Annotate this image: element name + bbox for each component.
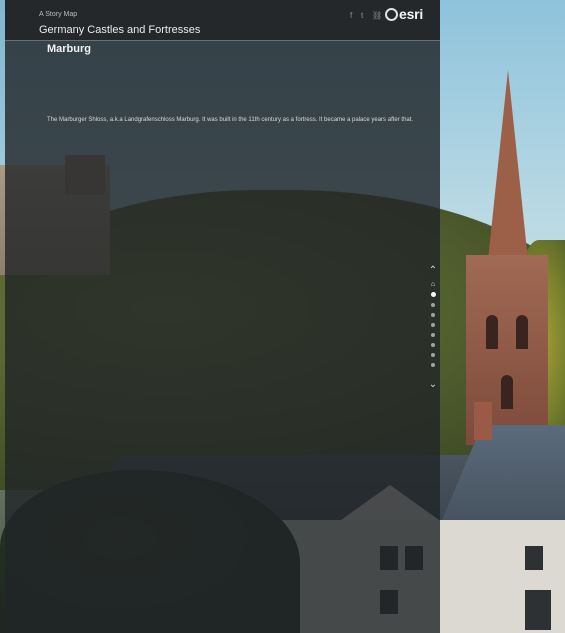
story-eyebrow: A Story Map	[39, 11, 78, 18]
chimney	[474, 402, 492, 440]
tower-window	[516, 315, 528, 349]
nav-dot[interactable]	[431, 303, 435, 307]
story-title: Germany Castles and Fortresses	[39, 24, 201, 36]
nav-dot[interactable]	[431, 353, 435, 357]
nav-dot[interactable]	[431, 343, 435, 347]
esri-logo-text: esri	[399, 6, 424, 22]
section-navigation: ⌃ ⌂ ⌄	[425, 265, 441, 393]
church-spire	[488, 70, 528, 260]
nav-dot[interactable]	[430, 292, 436, 297]
section-title: Marburg	[47, 43, 91, 55]
chevron-down-icon[interactable]: ⌄	[427, 379, 439, 391]
chevron-up-icon[interactable]: ⌃	[427, 265, 439, 277]
house-window	[525, 590, 551, 630]
link-icon[interactable]: ⛓	[372, 11, 382, 20]
header-divider	[5, 40, 440, 41]
home-icon[interactable]: ⌂	[429, 281, 437, 289]
nav-dot[interactable]	[431, 313, 435, 317]
globe-icon	[385, 8, 398, 21]
tower-window	[486, 315, 498, 349]
twitter-icon[interactable]: t	[361, 11, 363, 20]
esri-logo[interactable]: esri	[385, 6, 425, 24]
nav-dot[interactable]	[431, 363, 435, 367]
facebook-icon[interactable]: f	[350, 11, 352, 20]
tower-window	[501, 375, 513, 409]
nav-dot[interactable]	[431, 323, 435, 327]
story-panel	[5, 0, 440, 633]
nav-dot[interactable]	[431, 333, 435, 337]
house-window	[525, 546, 543, 570]
section-text: The Marburger Shloss, a.k.a Landgrafensc…	[47, 117, 414, 123]
church-tower	[448, 70, 548, 445]
